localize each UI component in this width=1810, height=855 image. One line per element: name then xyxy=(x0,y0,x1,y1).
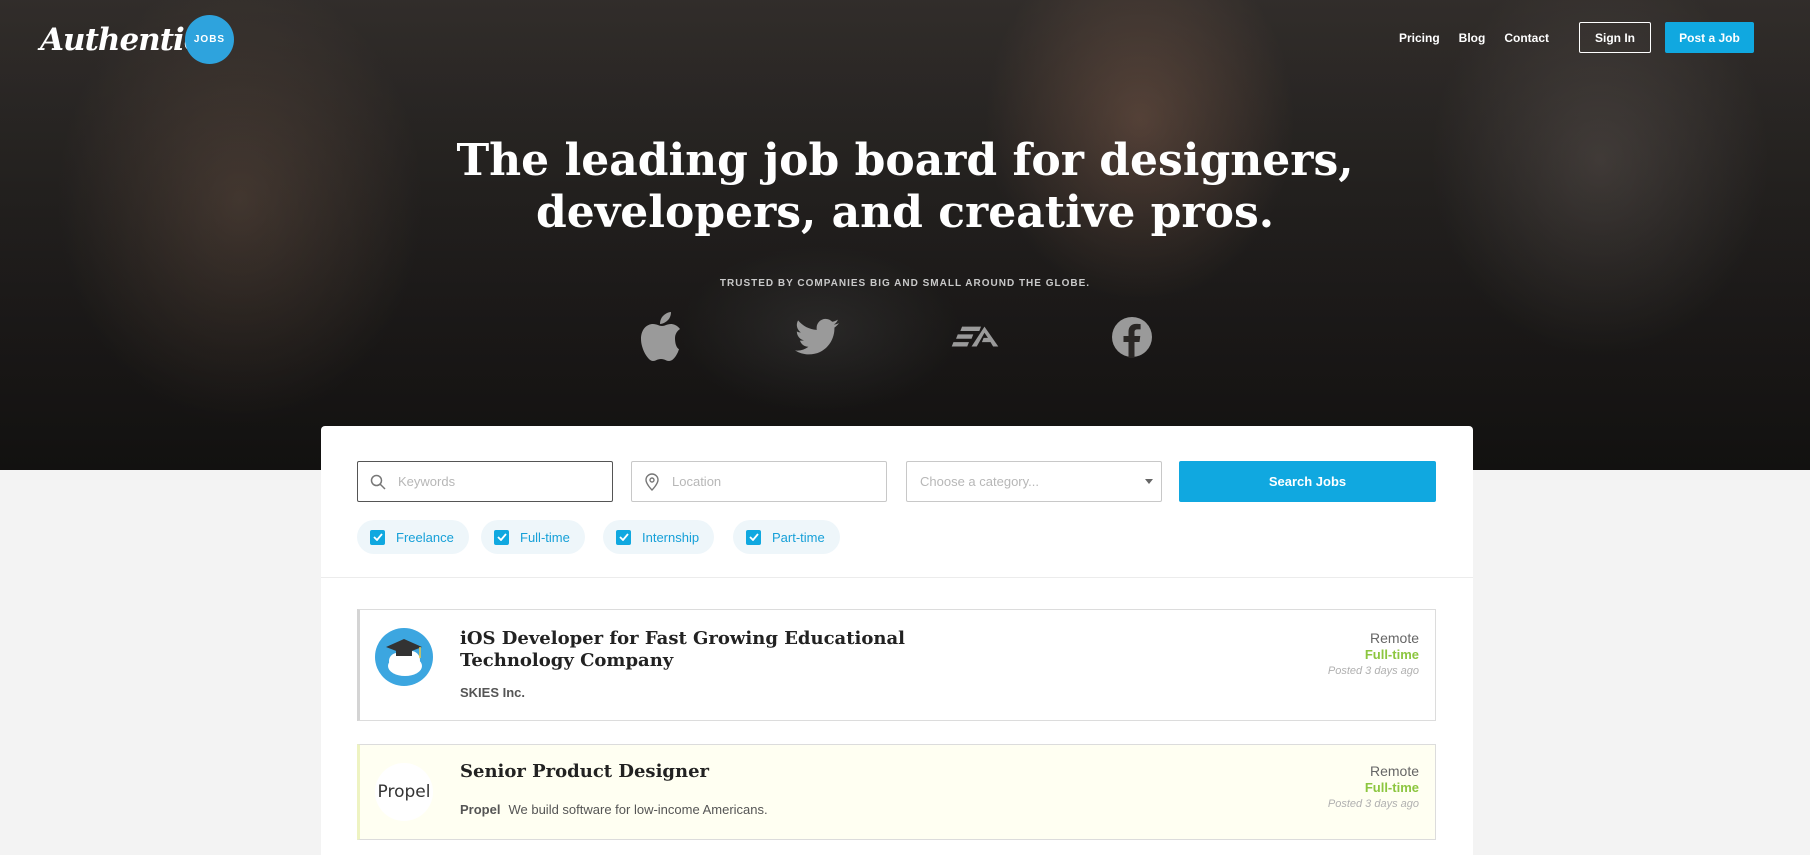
skies-logo xyxy=(375,628,433,686)
checkbox-checked-icon[interactable] xyxy=(746,529,761,545)
company-description: We build software for low-income America… xyxy=(508,802,768,817)
twitter-icon xyxy=(792,312,842,362)
authentic-logo[interactable]: Authentic xyxy=(40,22,203,58)
jobs-badge[interactable]: JOBS xyxy=(185,15,234,64)
category-select[interactable]: Choose a category... xyxy=(906,461,1162,502)
search-icon xyxy=(370,474,386,490)
job-type: Full-time xyxy=(1364,647,1419,662)
top-nav: Pricing Blog Contact Sign In Post a Job xyxy=(1399,22,1754,53)
checkbox-checked-icon[interactable] xyxy=(616,529,631,545)
filter-internship[interactable]: Internship xyxy=(603,520,715,554)
headline-line-2: developers, and creative pros. xyxy=(535,187,1275,238)
job-company: SKIES Inc. xyxy=(460,685,525,700)
filter-label: Internship xyxy=(642,529,700,545)
hero-headline: The leading job board for designers, dev… xyxy=(0,135,1810,239)
nav-blog-link[interactable]: Blog xyxy=(1459,31,1486,45)
search-card: Keywords Location Choose a category... S… xyxy=(321,426,1473,855)
job-listing[interactable]: iOS Developer for Fast Growing Education… xyxy=(357,609,1436,721)
keywords-placeholder: Keywords xyxy=(398,474,456,489)
job-meta: Remote Full-time Posted 3 days ago xyxy=(1328,763,1419,810)
keywords-input[interactable]: Keywords xyxy=(357,461,613,502)
job-posted-date: Posted 3 days ago xyxy=(1327,665,1419,677)
job-title[interactable]: Senior Product Designer xyxy=(460,761,940,783)
trusted-by-text: TRUSTED BY COMPANIES BIG AND SMALL AROUN… xyxy=(719,278,1091,289)
nav-pricing-link[interactable]: Pricing xyxy=(1399,31,1440,45)
company-name[interactable]: SKIES Inc. xyxy=(460,685,525,700)
sign-in-button[interactable]: Sign In xyxy=(1579,22,1651,53)
checkbox-checked-icon[interactable] xyxy=(494,529,509,545)
job-company: Propel We build software for low-income A… xyxy=(460,802,768,817)
location-input[interactable]: Location xyxy=(631,461,887,502)
category-placeholder: Choose a category... xyxy=(920,474,1039,489)
filter-label: Freelance xyxy=(396,529,454,545)
job-listing[interactable]: Propel Senior Product Designer Propel We … xyxy=(357,744,1436,840)
headline-line-1: The leading job board for designers, xyxy=(456,135,1354,186)
job-type: Full-time xyxy=(1364,780,1419,795)
location-placeholder: Location xyxy=(672,474,722,489)
filter-part-time[interactable]: Part-time xyxy=(733,520,840,554)
job-title[interactable]: iOS Developer for Fast Growing Education… xyxy=(460,628,940,672)
company-name[interactable]: Propel xyxy=(460,802,500,817)
post-job-button[interactable]: Post a Job xyxy=(1665,22,1754,53)
job-location: Remote xyxy=(1369,763,1419,779)
search-jobs-button[interactable]: Search Jobs xyxy=(1179,461,1436,502)
chevron-down-icon xyxy=(1145,479,1153,484)
filter-freelance[interactable]: Freelance xyxy=(357,520,469,554)
job-meta: Remote Full-time Posted 3 days ago xyxy=(1328,630,1419,677)
job-posted-date: Posted 3 days ago xyxy=(1327,798,1419,810)
apple-icon xyxy=(636,312,686,362)
hero-banner: Authentic JOBS Pricing Blog Contact Sign… xyxy=(0,0,1810,470)
filter-label: Full-time xyxy=(520,529,570,545)
job-location: Remote xyxy=(1369,630,1419,646)
propel-logo: Propel xyxy=(375,763,433,821)
ea-icon xyxy=(950,312,1000,362)
section-divider xyxy=(321,577,1473,578)
nav-contact-link[interactable]: Contact xyxy=(1504,31,1549,45)
location-pin-icon xyxy=(644,472,660,491)
facebook-icon xyxy=(1107,312,1157,362)
filter-label: Part-time xyxy=(772,529,825,545)
checkbox-checked-icon[interactable] xyxy=(370,529,385,545)
filter-full-time[interactable]: Full-time xyxy=(481,520,585,554)
